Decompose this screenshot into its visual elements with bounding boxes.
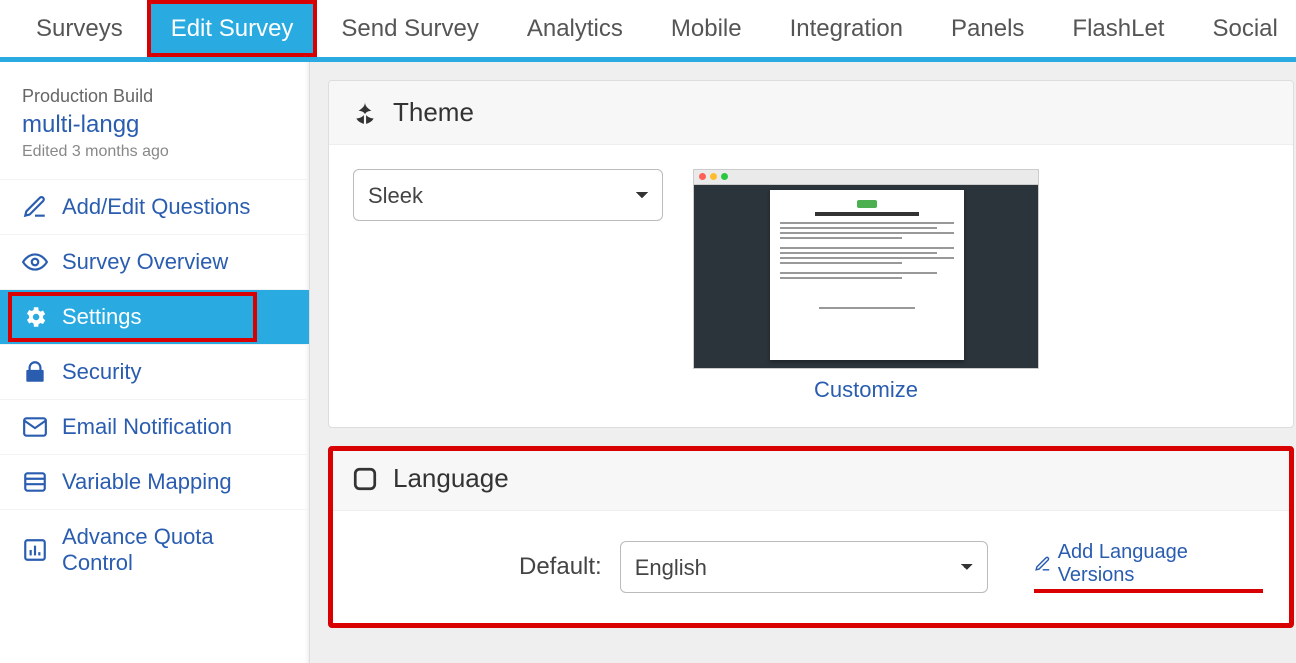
theme-panel-title: Theme [393, 97, 474, 128]
sidebar-item-settings[interactable]: Settings [0, 289, 309, 344]
main-content: Theme Sleek [310, 62, 1296, 663]
tab-label: Mobile [671, 15, 742, 43]
tab-analytics[interactable]: Analytics [503, 0, 647, 57]
sidebar-header: Production Build multi-langg Edited 3 mo… [0, 72, 309, 171]
list-icon [22, 469, 48, 495]
checkbox-icon [351, 465, 379, 493]
edit-icon [22, 194, 48, 220]
tab-panels[interactable]: Panels [927, 0, 1048, 57]
leaf-icon [351, 99, 379, 127]
tab-send-survey[interactable]: Send Survey [317, 0, 502, 57]
theme-preview [693, 169, 1039, 369]
tab-label: Integration [790, 15, 903, 43]
tab-flashlet[interactable]: FlashLet [1048, 0, 1188, 57]
add-language-versions-label: Add Language Versions [1058, 541, 1263, 587]
default-language-select[interactable]: English [620, 541, 989, 593]
sidebar-items: Add/Edit Questions Survey Overview Setti… [0, 179, 309, 590]
language-panel: Language Default: English Add Language V… [328, 446, 1294, 628]
sidebar-item-advance-quota-control[interactable]: Advance Quota Control [0, 509, 309, 590]
sidebar-item-label: Email Notification [62, 414, 232, 440]
gears-icon [22, 304, 48, 330]
default-language-label: Default: [519, 553, 602, 581]
sidebar-item-label: Security [62, 359, 141, 385]
theme-select[interactable]: Sleek [353, 169, 663, 221]
tab-label: FlashLet [1072, 15, 1164, 43]
edited-timestamp: Edited 3 months ago [22, 143, 287, 161]
language-panel-title: Language [393, 463, 509, 494]
sidebar-item-label: Survey Overview [62, 249, 228, 275]
eye-icon [22, 249, 48, 275]
theme-panel-body: Sleek [329, 145, 1293, 427]
top-nav: Surveys Edit Survey Send Survey Analytic… [0, 0, 1296, 62]
survey-title[interactable]: multi-langg [22, 111, 287, 139]
theme-panel: Theme Sleek [328, 80, 1294, 428]
tab-label: Edit Survey [171, 15, 294, 43]
language-panel-body: Default: English Add Language Versions [329, 511, 1293, 627]
tab-integration[interactable]: Integration [766, 0, 927, 57]
tab-edit-survey[interactable]: Edit Survey [147, 0, 318, 57]
customize-link[interactable]: Customize [814, 377, 918, 403]
add-language-versions-link[interactable]: Add Language Versions [1034, 541, 1263, 593]
production-build-label: Production Build [22, 86, 287, 107]
chart-icon [22, 537, 48, 563]
tab-surveys[interactable]: Surveys [12, 0, 147, 57]
sidebar: Production Build multi-langg Edited 3 mo… [0, 62, 310, 663]
sidebar-item-security[interactable]: Security [0, 344, 309, 399]
sidebar-item-variable-mapping[interactable]: Variable Mapping [0, 454, 309, 509]
sidebar-item-add-edit-questions[interactable]: Add/Edit Questions [0, 179, 309, 234]
theme-panel-header: Theme [329, 81, 1293, 145]
tab-social[interactable]: Social [1188, 0, 1296, 57]
mail-icon [22, 414, 48, 440]
tab-mobile[interactable]: Mobile [647, 0, 766, 57]
tab-label: Surveys [36, 15, 123, 43]
tab-label: Panels [951, 15, 1024, 43]
tab-label: Send Survey [341, 15, 478, 43]
language-panel-header: Language [329, 447, 1293, 511]
edit-icon [1034, 555, 1051, 573]
sidebar-item-label: Add/Edit Questions [62, 194, 250, 220]
sidebar-item-label: Advance Quota Control [62, 524, 287, 576]
tab-label: Social [1212, 15, 1277, 43]
sidebar-item-label: Variable Mapping [62, 469, 232, 495]
lock-icon [22, 359, 48, 385]
sidebar-item-label: Settings [62, 304, 142, 330]
tab-label: Analytics [527, 15, 623, 43]
sidebar-item-survey-overview[interactable]: Survey Overview [0, 234, 309, 289]
sidebar-item-email-notification[interactable]: Email Notification [0, 399, 309, 454]
theme-preview-wrap: Customize [693, 169, 1039, 403]
